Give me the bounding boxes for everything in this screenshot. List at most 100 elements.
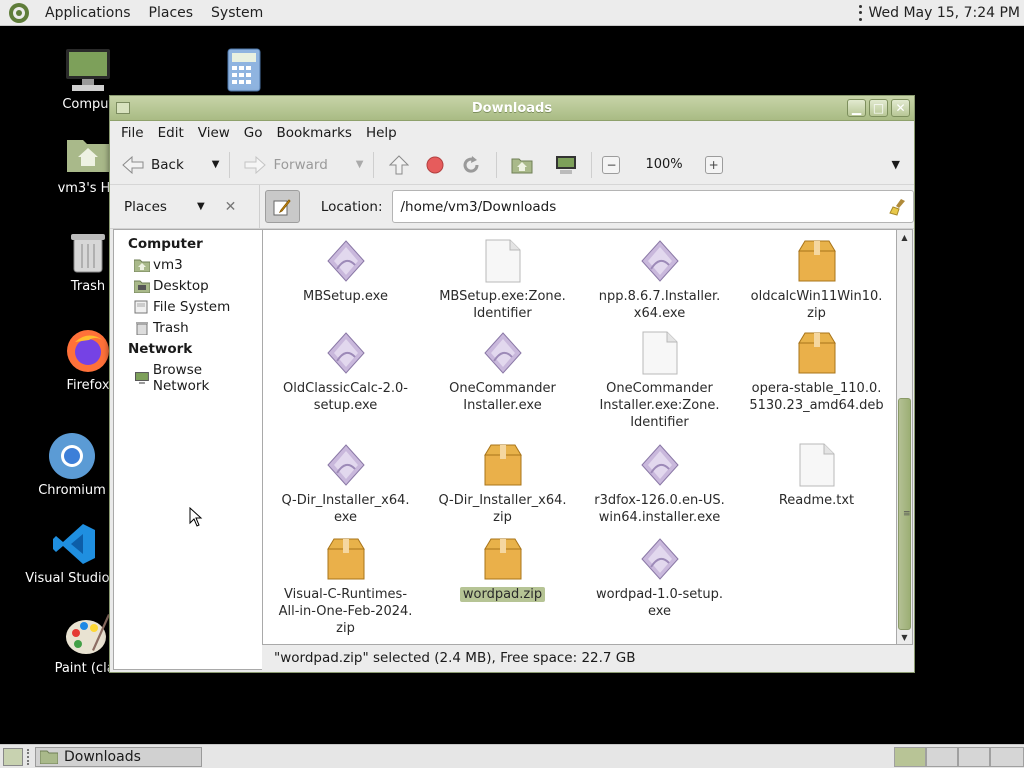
menu-view[interactable]: View [191,125,237,141]
back-history-dropdown[interactable]: ▼ [212,159,220,170]
file-name: MBSetup.exe:Zone. Identifier [439,289,566,321]
sidebar-item-filesystem[interactable]: File System [114,297,262,318]
file-item[interactable]: oldcalcWin11Win10. zip [744,238,889,322]
file-item[interactable]: MBSetup.exe:Zone. Identifier [430,238,575,322]
scroll-up-button[interactable]: ▲ [897,230,912,244]
menu-help[interactable]: Help [359,125,404,141]
stop-icon[interactable] [420,150,450,180]
close-sidebar-icon[interactable]: ✕ [225,199,237,215]
vscode-icon [49,520,99,568]
panel-handle-icon[interactable] [859,4,863,21]
window-folder-icon[interactable] [116,102,130,114]
places-dropdown-icon[interactable]: ▼ [197,201,205,212]
archive-file-icon [481,536,525,582]
sidebar-item-vm3[interactable]: vm3 [114,255,262,276]
file-item[interactable]: OneCommander Installer.exe:Zone. Identif… [587,330,732,431]
file-item[interactable]: Visual-C-Runtimes- All-in-One-Feb-2024. … [273,536,418,637]
content-area: Computer vm3 Desktop File System Trash N… [110,229,914,670]
menu-edit[interactable]: Edit [151,125,191,141]
file-item[interactable]: MBSetup.exe [273,238,418,305]
file-item[interactable]: OldClassicCalc-2.0- setup.exe [273,330,418,414]
taskbar-item-downloads[interactable]: Downloads [35,746,202,767]
status-bar: "wordpad.zip" selected (2.4 MB), Free sp… [262,645,914,670]
file-name: Visual-C-Runtimes- All-in-One-Feb-2024. … [278,587,413,636]
toolbar-overflow-dropdown[interactable]: ▼ [892,158,900,171]
menu-file[interactable]: File [114,125,151,141]
menu-go[interactable]: Go [237,125,270,141]
sidebar-item-label: Browse Network [152,362,210,394]
desktop-folder-icon [134,280,150,293]
toolbar: Back ▼ Forward ▼ − 100% + ▼ [110,145,914,185]
scrollbar-thumb[interactable]: ≡ [898,398,911,630]
file-item[interactable]: Q-Dir_Installer_x64. exe [273,442,418,526]
computer-icon[interactable] [551,150,581,180]
zoom-level[interactable]: 100% [645,157,682,172]
archive-file-icon [795,238,839,284]
chromium-icon [47,432,97,480]
location-label: Location: [320,198,383,215]
reload-icon[interactable] [456,150,486,180]
sidebar-item-label: Desktop [153,278,209,294]
home-icon[interactable] [507,150,537,180]
forward-history-dropdown[interactable]: ▼ [356,159,364,170]
sidebar-item-trash[interactable]: Trash [114,318,262,339]
file-item[interactable]: wordpad-1.0-setup. exe [587,536,732,620]
desktop-icon-calculator[interactable] [194,46,294,97]
computer-icon [63,46,113,94]
executable-file-icon [638,442,682,488]
back-button[interactable]: Back [118,150,184,180]
file-icon-view[interactable]: MBSetup.exe MBSetup.exe:Zone. Identifier n… [262,229,897,645]
places-menu[interactable]: Places [140,5,203,21]
bottom-panel: Downloads [0,744,1024,768]
archive-file-icon [324,536,368,582]
file-item[interactable]: Q-Dir_Installer_x64. zip [430,442,575,526]
minimize-button[interactable]: ▁ [847,99,866,117]
places-selector[interactable]: Places [124,199,167,215]
mouse-cursor-icon [189,507,203,527]
sidebar-item-browse-network[interactable]: Browse Network [114,360,262,397]
clock[interactable]: Wed May 15, 7:24 PM [869,5,1021,21]
forward-button[interactable]: Forward [240,150,328,180]
status-text: "wordpad.zip" selected (2.4 MB), Free sp… [274,649,636,666]
file-item[interactable]: r3dfox-126.0.en-US. win64.installer.exe [587,442,732,526]
workspace-4[interactable] [990,747,1024,767]
mate-logo-icon[interactable] [8,2,30,24]
menu-bookmarks[interactable]: Bookmarks [270,125,359,141]
executable-file-icon [324,442,368,488]
maximize-button[interactable]: □ [869,99,888,117]
desktop-icon-chromium[interactable]: Chromium [22,432,122,498]
file-item[interactable]: Readme.txt [744,442,889,509]
firefox-icon [63,327,113,375]
file-name: Q-Dir_Installer_x64. exe [281,493,410,525]
scroll-down-button[interactable]: ▼ [897,630,912,644]
workspace-2[interactable] [926,747,958,767]
system-menu[interactable]: System [202,5,272,21]
file-item[interactable]: opera-stable_110.0. 5130.23_amd64.deb [744,330,889,414]
file-item[interactable]: OneCommander Installer.exe [430,330,575,414]
top-panel: Applications Places System Wed May 15, 7… [0,0,1024,26]
file-item[interactable]: npp.8.6.7.Installer. x64.exe [587,238,732,322]
file-manager-window: Downloads ▁ □ ✕ File Edit View Go Bookma… [109,95,915,673]
text-file-icon [481,238,525,284]
clear-location-icon[interactable] [889,198,907,216]
back-label: Back [151,156,184,173]
file-name: wordpad-1.0-setup. exe [596,587,723,619]
sidebar-item-desktop[interactable]: Desktop [114,276,262,297]
file-name: MBSetup.exe [303,289,388,304]
vertical-scrollbar[interactable]: ▲ ≡ ▼ [896,229,913,645]
window-titlebar[interactable]: Downloads ▁ □ ✕ [110,96,914,121]
file-item[interactable]: wordpad.zip [430,536,575,603]
location-edit-toggle-button[interactable] [264,190,300,223]
applications-menu[interactable]: Applications [36,5,140,21]
zoom-out-button[interactable]: − [602,155,621,174]
zoom-in-button[interactable]: + [704,155,723,174]
executable-file-icon [638,238,682,284]
executable-file-icon [324,330,368,376]
executable-file-icon [481,330,525,376]
location-input[interactable]: /home/vm3/Downloads [391,190,914,223]
up-icon[interactable] [384,150,414,180]
workspace-3[interactable] [958,747,990,767]
workspace-1[interactable] [894,747,926,767]
close-button[interactable]: ✕ [891,99,910,117]
show-desktop-icon[interactable] [3,747,23,766]
